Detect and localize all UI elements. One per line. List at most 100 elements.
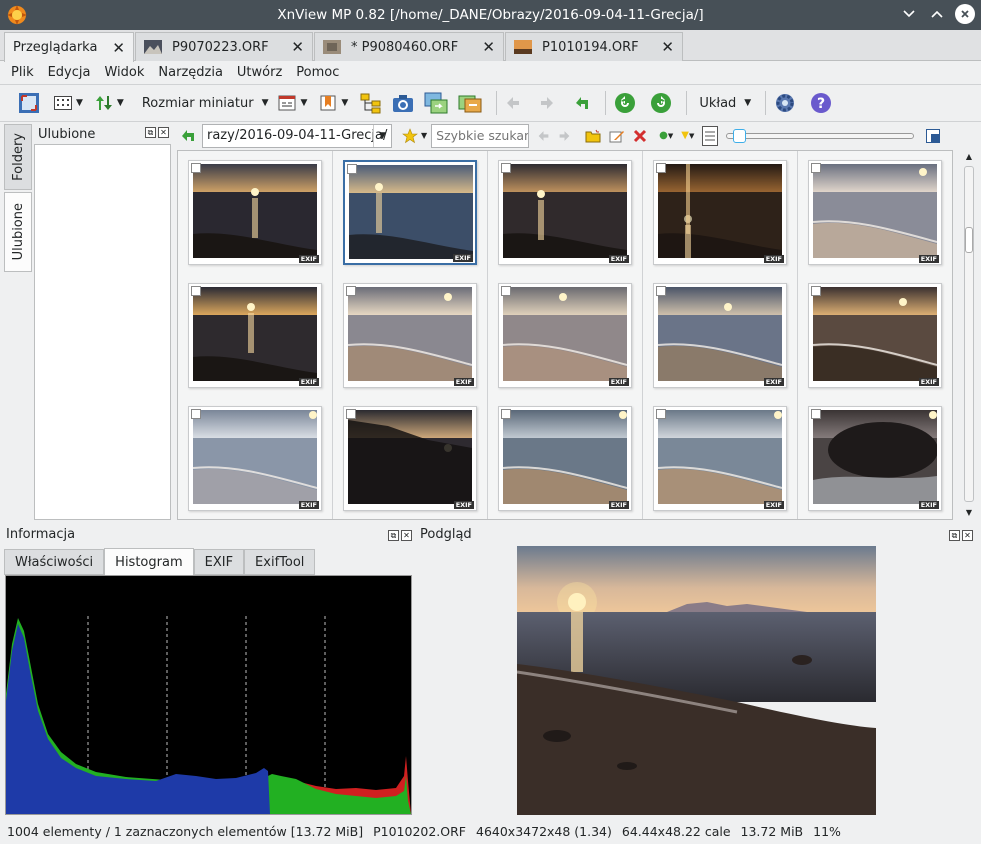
minimize-button[interactable] [899,4,919,24]
menu-edit[interactable]: Edycja [45,65,94,80]
settings-button[interactable] [774,90,796,116]
menu-tools[interactable]: Narzędzia [155,65,226,80]
batch-rename-button[interactable] [458,90,482,116]
menu-help[interactable]: Pomoc [293,65,342,80]
toggle-panel-button[interactable] [926,128,941,143]
menu-create[interactable]: Utwórz [234,65,285,80]
thumbnail-item[interactable]: EXIF [798,274,952,398]
thumbnail-item[interactable]: EXIF [333,151,488,275]
close-tab-icon[interactable]: ✕ [291,38,304,56]
tab-properties[interactable]: Właściwości [4,549,105,575]
capture-button[interactable] [392,90,414,116]
thumbnail-item[interactable]: EXIF [488,274,643,398]
rotate-left-button[interactable] [614,90,636,116]
display-mode-button[interactable] [702,125,719,146]
chevron-down-icon[interactable]: ▼ [373,124,391,147]
layout-button[interactable]: Układ ▼ [695,90,751,116]
grid-scrollbar[interactable]: ▲ ▼ [962,150,976,520]
tab-browser[interactable]: Przeglądarka ✕ [4,32,134,62]
select-checkbox[interactable] [501,286,511,296]
folder-tree-button[interactable] [360,90,382,116]
thumbnail-item[interactable]: EXIF [643,397,798,519]
rotate-right-button[interactable] [650,90,672,116]
thumbnail-item[interactable]: EXIF [643,151,798,275]
edit-button[interactable] [609,129,625,143]
select-checkbox[interactable] [656,286,666,296]
filter-button[interactable]: ▼ [278,90,307,116]
select-checkbox[interactable] [347,164,357,174]
select-checkbox[interactable] [191,409,201,419]
select-checkbox[interactable] [811,163,821,173]
back-button[interactable] [537,130,550,142]
select-checkbox[interactable] [811,286,821,296]
go-up-icon[interactable] [180,129,196,143]
scroll-up-icon[interactable]: ▲ [962,150,976,164]
quick-search-input[interactable] [431,123,530,148]
parent-folder-button[interactable] [573,90,591,116]
thumbnail-item[interactable]: EXIF [178,151,333,275]
batch-convert-button[interactable] [424,90,448,116]
fullscreen-button[interactable] [18,90,40,116]
help-button[interactable]: ? [810,90,832,116]
favorites-list[interactable] [34,144,171,520]
bookmark-button[interactable]: ▼ [319,90,348,116]
close-panel-icon[interactable]: ✕ [401,530,412,541]
color-label-button[interactable]: ● ▼ [659,130,673,141]
scroll-down-icon[interactable]: ▼ [962,506,976,520]
tab-favorites[interactable]: Ulubione [4,192,32,272]
close-window-button[interactable] [955,4,975,24]
select-checkbox[interactable] [346,409,356,419]
thumbnail-item[interactable]: EXIF [798,151,952,275]
thumbnail-item[interactable]: EXIF [798,397,952,519]
thumbnail-item[interactable]: EXIF [178,274,333,398]
select-checkbox[interactable] [656,409,666,419]
tab-folders[interactable]: Foldery [4,124,32,190]
thumbnail-item[interactable]: EXIF [488,151,643,275]
select-checkbox[interactable] [191,163,201,173]
thumbnail-item[interactable]: EXIF [643,274,798,398]
thumbnail-item[interactable]: EXIF [333,274,488,398]
menu-file[interactable]: Plik [8,65,37,80]
rating-filter-button[interactable]: ▼ ▼ [681,130,694,141]
float-panel-icon[interactable]: ⧉ [145,127,156,138]
scroll-track[interactable] [964,166,974,502]
tab-exif[interactable]: EXIF [193,549,245,575]
float-panel-icon[interactable]: ⧉ [388,530,399,541]
select-checkbox[interactable] [346,286,356,296]
tab-image[interactable]: P9070223.ORF ✕ [135,32,313,61]
maximize-button[interactable] [927,4,947,24]
close-tab-icon[interactable]: ✕ [112,39,125,57]
thumbnail-size-slider[interactable] [726,128,915,143]
close-tab-icon[interactable]: ✕ [661,38,674,56]
close-panel-icon[interactable]: ✕ [158,127,169,138]
menu-view[interactable]: Widok [101,65,147,80]
tab-exiftool[interactable]: ExifTool [244,549,316,575]
tab-image[interactable]: * P9080460.ORF ✕ [314,32,504,61]
thumbnail-grid[interactable]: EXIF EXIF EXIF EXIF EXIF EXIF EXIF EXIF … [177,150,953,520]
previous-button[interactable] [505,90,521,116]
tab-histogram[interactable]: Histogram [104,548,194,575]
delete-button[interactable] [633,129,647,143]
close-panel-icon[interactable]: ✕ [962,530,973,541]
slider-handle[interactable] [732,128,746,143]
select-checkbox[interactable] [191,286,201,296]
forward-button[interactable] [558,130,571,142]
thumbnail-item[interactable]: EXIF [178,397,333,519]
select-checkbox[interactable] [811,409,821,419]
favorites-star-button[interactable]: ▼ [402,127,427,144]
view-mode-button[interactable]: ▼ [54,90,83,116]
select-checkbox[interactable] [501,409,511,419]
float-panel-icon[interactable]: ⧉ [949,530,960,541]
thumbnail-size-button[interactable]: Rozmiar miniatur ▼ [138,90,269,116]
next-button[interactable] [539,90,555,116]
thumbnail-item[interactable]: EXIF [488,397,643,519]
close-tab-icon[interactable]: ✕ [482,38,495,56]
sort-button[interactable]: ▼ [95,90,124,116]
thumbnail-item[interactable]: EXIF [333,397,488,519]
path-field[interactable]: razy/2016-09-04-11-Grecja/ ▼ [202,123,392,148]
scroll-thumb[interactable] [965,227,973,253]
select-checkbox[interactable] [656,163,666,173]
tab-image[interactable]: P1010194.ORF ✕ [505,32,683,61]
new-folder-button[interactable] [585,129,601,143]
select-checkbox[interactable] [501,163,511,173]
